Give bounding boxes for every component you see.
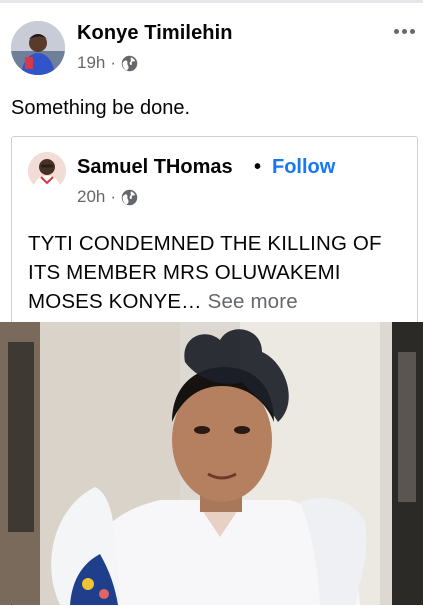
top-divider (0, 0, 423, 3)
avatar-photo (11, 21, 65, 75)
more-dot (409, 28, 415, 34)
shared-post-time[interactable]: 20h (77, 187, 105, 207)
globe-icon (121, 189, 138, 205)
more-dot (401, 28, 407, 34)
more-dot (393, 28, 399, 34)
see-more-link[interactable]: See more (208, 290, 298, 313)
post-time[interactable]: 19h (77, 53, 105, 73)
woman-portrait-image (0, 322, 423, 605)
shared-author-avatar[interactable] (28, 152, 66, 190)
shared-post-body: TYTI CONDEMNED THE KILLING OF ITS MEMBER… (28, 232, 382, 313)
shared-post-text: TYTI CONDEMNED THE KILLING OF ITS MEMBER… (28, 229, 408, 316)
shared-post-meta: 20h · (77, 187, 138, 207)
shared-avatar-photo (28, 152, 66, 190)
follow-button[interactable]: Follow (272, 156, 335, 179)
post-author-name[interactable]: Konye Timilehin (77, 22, 233, 45)
shared-meta-separator: · (110, 187, 117, 206)
post-photo[interactable] (0, 322, 423, 605)
globe-icon (121, 55, 138, 71)
follow-separator: • (254, 156, 262, 178)
post-meta: 19h · (77, 53, 138, 73)
meta-separator: · (110, 53, 117, 72)
more-options-icon[interactable] (390, 21, 418, 41)
shared-author-name[interactable]: Samuel THomas (77, 156, 233, 179)
author-avatar[interactable] (11, 21, 65, 75)
post-text: Something be done. (11, 97, 191, 119)
